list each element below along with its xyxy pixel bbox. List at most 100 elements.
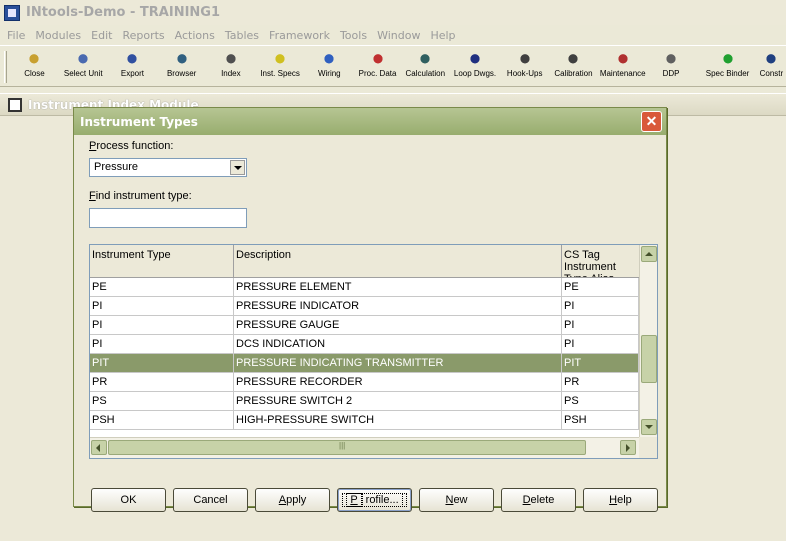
toolbar-loop-dwgs-button[interactable]: Loop Dwgs. (446, 50, 504, 84)
cell-type[interactable]: PIT (90, 354, 234, 373)
process-function-select[interactable]: Pressure (89, 158, 247, 177)
toolbar-grip[interactable] (4, 51, 7, 83)
scroll-down-icon[interactable] (641, 419, 657, 435)
column-header-alias[interactable]: CS Tag Instrument Type Alias (562, 245, 639, 278)
cell-description[interactable]: PRESSURE ELEMENT (234, 278, 562, 297)
column-header-instrument-type[interactable]: Instrument Type (90, 245, 234, 278)
find-instrument-type-label: Find instrument type: (89, 190, 192, 202)
chevron-down-icon[interactable] (230, 160, 245, 175)
menu-edit[interactable]: Edit (86, 29, 117, 42)
table-row[interactable]: PI DCS INDICATION PI (90, 335, 639, 354)
horizontal-scrollbar[interactable] (90, 437, 639, 458)
vertical-scrollbar[interactable] (639, 245, 657, 437)
toolbar-close-button[interactable]: Close (14, 50, 55, 84)
profile-button[interactable]: Profile... (337, 488, 412, 512)
table-row[interactable]: PR PRESSURE RECORDER PR (90, 373, 639, 392)
cell-description[interactable]: PRESSURE INDICATING TRANSMITTER (234, 354, 562, 373)
instrument-types-dialog: Instrument Types ✕ Process function: Pre… (73, 107, 667, 512)
cell-type[interactable]: PE (90, 278, 234, 297)
cell-alias[interactable]: PSH (562, 411, 639, 430)
table-row[interactable]: PI PRESSURE GAUGE PI (90, 316, 639, 335)
cell-description[interactable]: PRESSURE RECORDER (234, 373, 562, 392)
loop-dwgs-icon (466, 50, 484, 66)
table-row[interactable]: PE PRESSURE ELEMENT PE (90, 278, 639, 297)
cell-type[interactable]: PR (90, 373, 234, 392)
help-button[interactable]: Help (583, 488, 658, 512)
spec-binder-icon (718, 50, 737, 66)
delete-button[interactable]: Delete (501, 488, 576, 512)
cell-description[interactable]: PRESSURE SWITCH 2 (234, 392, 562, 411)
toolbar-proc-data-button[interactable]: Proc. Data (350, 50, 405, 84)
find-instrument-type-input[interactable] (89, 208, 247, 228)
toolbar-ddp-button[interactable]: DDP (644, 50, 699, 84)
cell-type[interactable]: PS (90, 392, 234, 411)
cell-alias[interactable]: PI (562, 297, 639, 316)
toolbar-export-button[interactable]: Export (111, 50, 153, 84)
table-row[interactable]: PIT PRESSURE INDICATING TRANSMITTER PIT (90, 354, 639, 373)
cell-description[interactable]: HIGH-PRESSURE SWITCH (234, 411, 562, 430)
toolbar-label: Index (221, 69, 241, 78)
toolbar-label: Inst. Specs (260, 69, 300, 78)
toolbar-label: Maintenance (599, 69, 646, 78)
scroll-left-icon[interactable] (91, 440, 107, 455)
menu-help[interactable]: Help (425, 29, 460, 42)
dialog-client: Process function: Pressure Find instrume… (77, 135, 663, 512)
table-row[interactable]: PS PRESSURE SWITCH 2 PS (90, 392, 639, 411)
close-icon[interactable]: ✕ (641, 111, 662, 132)
toolbar-constr-button[interactable]: Constr (757, 50, 786, 84)
cell-type[interactable]: PI (90, 335, 234, 354)
toolbar-calculation-button[interactable]: Calculation (405, 50, 446, 84)
toolbar-spec-binder-button[interactable]: Spec Binder (698, 50, 756, 84)
calculation-icon (416, 50, 435, 66)
menu-framework[interactable]: Framework (264, 29, 335, 42)
menu-tables[interactable]: Tables (220, 29, 264, 42)
menu-tools[interactable]: Tools (335, 29, 372, 42)
menu-file[interactable]: File (2, 29, 30, 42)
export-icon (123, 50, 142, 66)
menu-actions[interactable]: Actions (170, 29, 220, 42)
column-header-description[interactable]: Description (234, 245, 562, 278)
toolbar-wiring-button[interactable]: Wiring (308, 50, 350, 84)
scrollbar-corner (639, 437, 657, 458)
toolbar-select-unit-button[interactable]: Select Unit (55, 50, 112, 84)
scroll-up-icon[interactable] (641, 246, 657, 262)
table-row[interactable]: PI PRESSURE INDICATOR PI (90, 297, 639, 316)
cell-type[interactable]: PI (90, 297, 234, 316)
cell-description[interactable]: DCS INDICATION (234, 335, 562, 354)
construction-icon (762, 50, 781, 66)
ddp-icon (662, 50, 680, 66)
table-row[interactable]: PSH HIGH-PRESSURE SWITCH PSH (90, 411, 639, 430)
cell-alias[interactable]: PI (562, 316, 639, 335)
menu-window[interactable]: Window (372, 29, 425, 42)
scroll-right-icon[interactable] (620, 440, 636, 455)
apply-button[interactable]: Apply (255, 488, 330, 512)
toolbar-label: Select Unit (63, 69, 103, 78)
cell-alias[interactable]: PI (562, 335, 639, 354)
app-title: INtools-Demo - TRAINING1 (26, 5, 221, 20)
cell-type[interactable]: PI (90, 316, 234, 335)
cell-type[interactable]: PSH (90, 411, 234, 430)
toolbar-index-button[interactable]: Index (210, 50, 252, 84)
hook-ups-icon (515, 50, 534, 66)
cell-description[interactable]: PRESSURE GAUGE (234, 316, 562, 335)
toolbar-label: Loop Dwgs. (453, 69, 497, 78)
cell-alias[interactable]: PIT (562, 354, 639, 373)
toolbar-inst-specs-button[interactable]: Inst. Specs (252, 50, 309, 84)
horizontal-scroll-thumb[interactable] (108, 440, 586, 455)
wiring-icon (320, 50, 339, 66)
cell-description[interactable]: PRESSURE INDICATOR (234, 297, 562, 316)
dialog-titlebar[interactable]: Instrument Types ✕ (74, 108, 666, 135)
toolbar-calibration-button[interactable]: Calibration (545, 50, 602, 84)
new-button[interactable]: New (419, 488, 494, 512)
menu-modules[interactable]: Modules (30, 29, 86, 42)
cell-alias[interactable]: PR (562, 373, 639, 392)
vertical-scroll-thumb[interactable] (641, 335, 657, 383)
ok-button[interactable]: OK (91, 488, 166, 512)
cancel-button[interactable]: Cancel (173, 488, 248, 512)
toolbar-hook-ups-button[interactable]: Hook-Ups (504, 50, 545, 84)
toolbar-maintenance-button[interactable]: Maintenance (599, 50, 646, 84)
cell-alias[interactable]: PE (562, 278, 639, 297)
toolbar-browser-button[interactable]: Browser (153, 50, 210, 84)
cell-alias[interactable]: PS (562, 392, 639, 411)
menu-reports[interactable]: Reports (117, 29, 169, 42)
